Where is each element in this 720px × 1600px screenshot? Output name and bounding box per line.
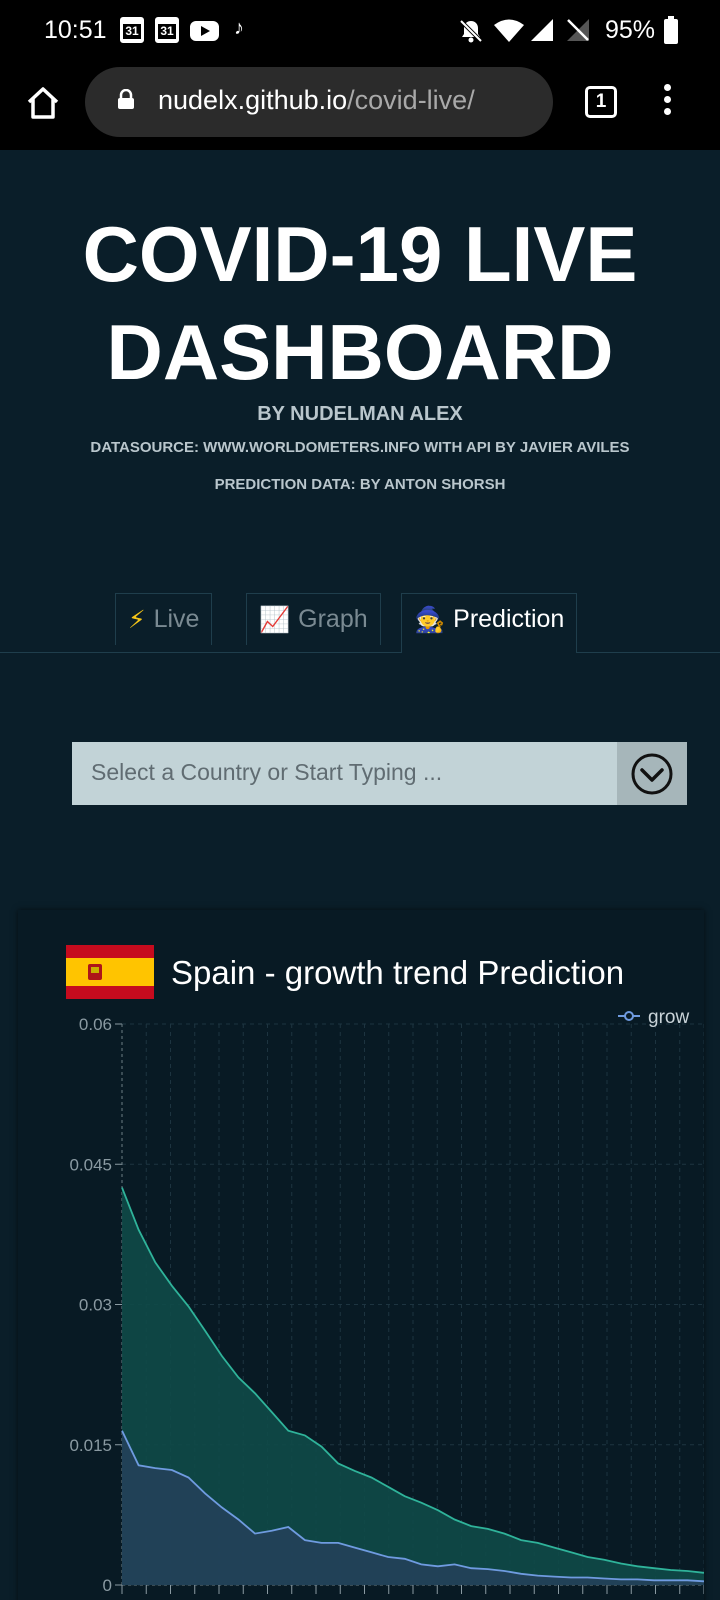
y-tick-label: 0.03 [79,1296,112,1315]
youtube-icon [190,21,219,41]
home-icon[interactable] [24,84,62,122]
url-text: nudelx.github.io/covid-live/ [158,85,475,115]
calendar-icon: 31 [155,17,179,43]
legend-label: grow [648,1007,689,1028]
address-bar[interactable]: nudelx.github.io/covid-live/ [85,67,553,137]
tiktok-icon: ♪ [234,17,244,39]
status-time: 10:51 [44,16,107,44]
signal-icon [531,19,553,41]
y-tick-label: 0.015 [69,1436,112,1455]
country-select-placeholder: Select a Country or Start Typing ... [91,759,443,785]
browser-toolbar: nudelx.github.io/covid-live/ 1 [0,62,720,150]
mute-bell-icon [459,19,483,43]
tab-switcher-button[interactable]: 1 [585,86,617,118]
growth-trend-chart[interactable]: 0 0.015 0.03 0.045 0.06 grow [18,910,704,1600]
lock-icon [118,89,134,109]
no-sim-icon [567,19,589,41]
tab-prediction[interactable]: 🧙 Prediction [401,593,578,653]
tab-live[interactable]: ⚡ Live [115,593,213,645]
legend-marker [624,1011,634,1021]
menu-icon[interactable] [664,84,672,120]
author-byline: BY NUDELMAN ALEX [257,403,463,425]
dropdown-toggle-button[interactable] [617,742,687,805]
tab-graph[interactable]: 📈 Graph [246,593,381,645]
y-tick-label: 0.06 [79,1015,112,1034]
prediction-credit: PREDICTION DATA: BY ANTON SHORSH [214,476,506,493]
y-tick-label: 0 [103,1576,112,1595]
wifi-icon [494,19,524,42]
country-select[interactable]: Select a Country or Start Typing ... [72,742,687,805]
chevron-down-icon [631,753,673,795]
y-tick-label: 0.045 [69,1155,112,1174]
page-title: COVID-19 LIVE DASHBOARD [82,210,638,396]
status-bar: 10:51 31 31 ♪ 95% [0,0,720,62]
prediction-chart-card: Spain - growth trend Prediction 0 0.015 0.… [18,910,704,1600]
battery-icon [664,16,678,44]
battery-percent: 95% [605,16,656,44]
tab-divider [0,652,720,653]
lightning-icon: ⚡ [128,606,146,635]
datasource-credit: DATASOURCE: WWW.WORLDOMETERS.INFO WITH A… [90,439,630,456]
calendar-icon: 31 [120,17,144,43]
chart-icon: 📈 [259,606,291,635]
wizard-icon: 🧙 [414,606,446,635]
